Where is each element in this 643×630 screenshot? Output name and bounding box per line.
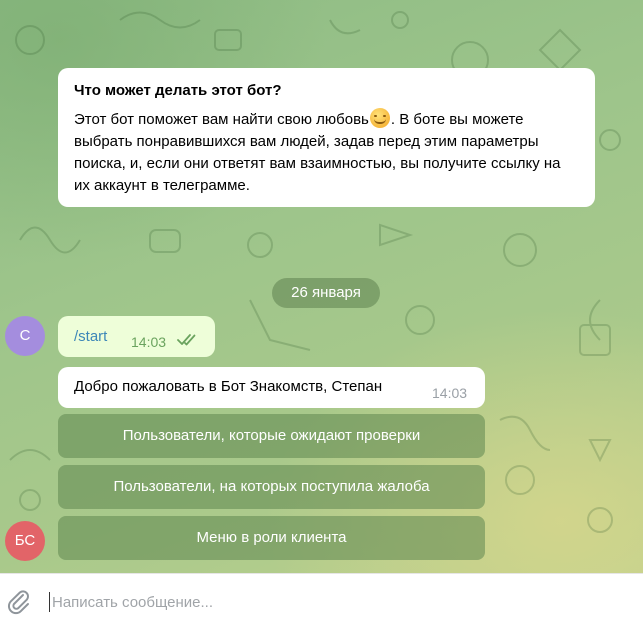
- relieved-face-emoji-icon: [369, 108, 390, 128]
- text-cursor: [49, 592, 50, 612]
- keyboard-button-pending-users[interactable]: Пользователи, которые ожидают проверки: [58, 414, 485, 458]
- start-command-link[interactable]: /start: [74, 328, 107, 345]
- date-separator: 26 января: [272, 278, 380, 308]
- incoming-message: Добро пожаловать в Бот Знакомств, Степан…: [58, 367, 485, 408]
- message-time: 14:03: [432, 385, 468, 401]
- bot-description-card: Что может делать этот бот? Этот бот помо…: [58, 68, 595, 207]
- message-composer: [0, 573, 643, 630]
- user-avatar[interactable]: С: [5, 316, 45, 356]
- keyboard-button-reported-users[interactable]: Пользователи, на которых поступила жалоб…: [58, 465, 485, 509]
- chat-background: Что может делать этот бот? Этот бот помо…: [0, 0, 643, 573]
- message-time: 14:03: [131, 334, 167, 350]
- bot-avatar[interactable]: БС: [5, 521, 45, 561]
- message-input[interactable]: [52, 590, 612, 614]
- double-check-icon: [177, 334, 196, 346]
- bot-description-text-part-1: Этот бот поможет вам найти свою любовь: [74, 111, 369, 128]
- paperclip-icon[interactable]: [5, 588, 33, 616]
- outgoing-message[interactable]: /start 14:03: [58, 316, 215, 357]
- bot-description-title: Что может делать этот бот?: [74, 82, 282, 99]
- message-text: Добро пожаловать в Бот Знакомств, Степан: [74, 378, 383, 395]
- keyboard-button-client-menu[interactable]: Меню в роли клиента: [58, 516, 485, 560]
- bot-description-text: Этот бот поможет вам найти свою любовь. …: [74, 108, 579, 197]
